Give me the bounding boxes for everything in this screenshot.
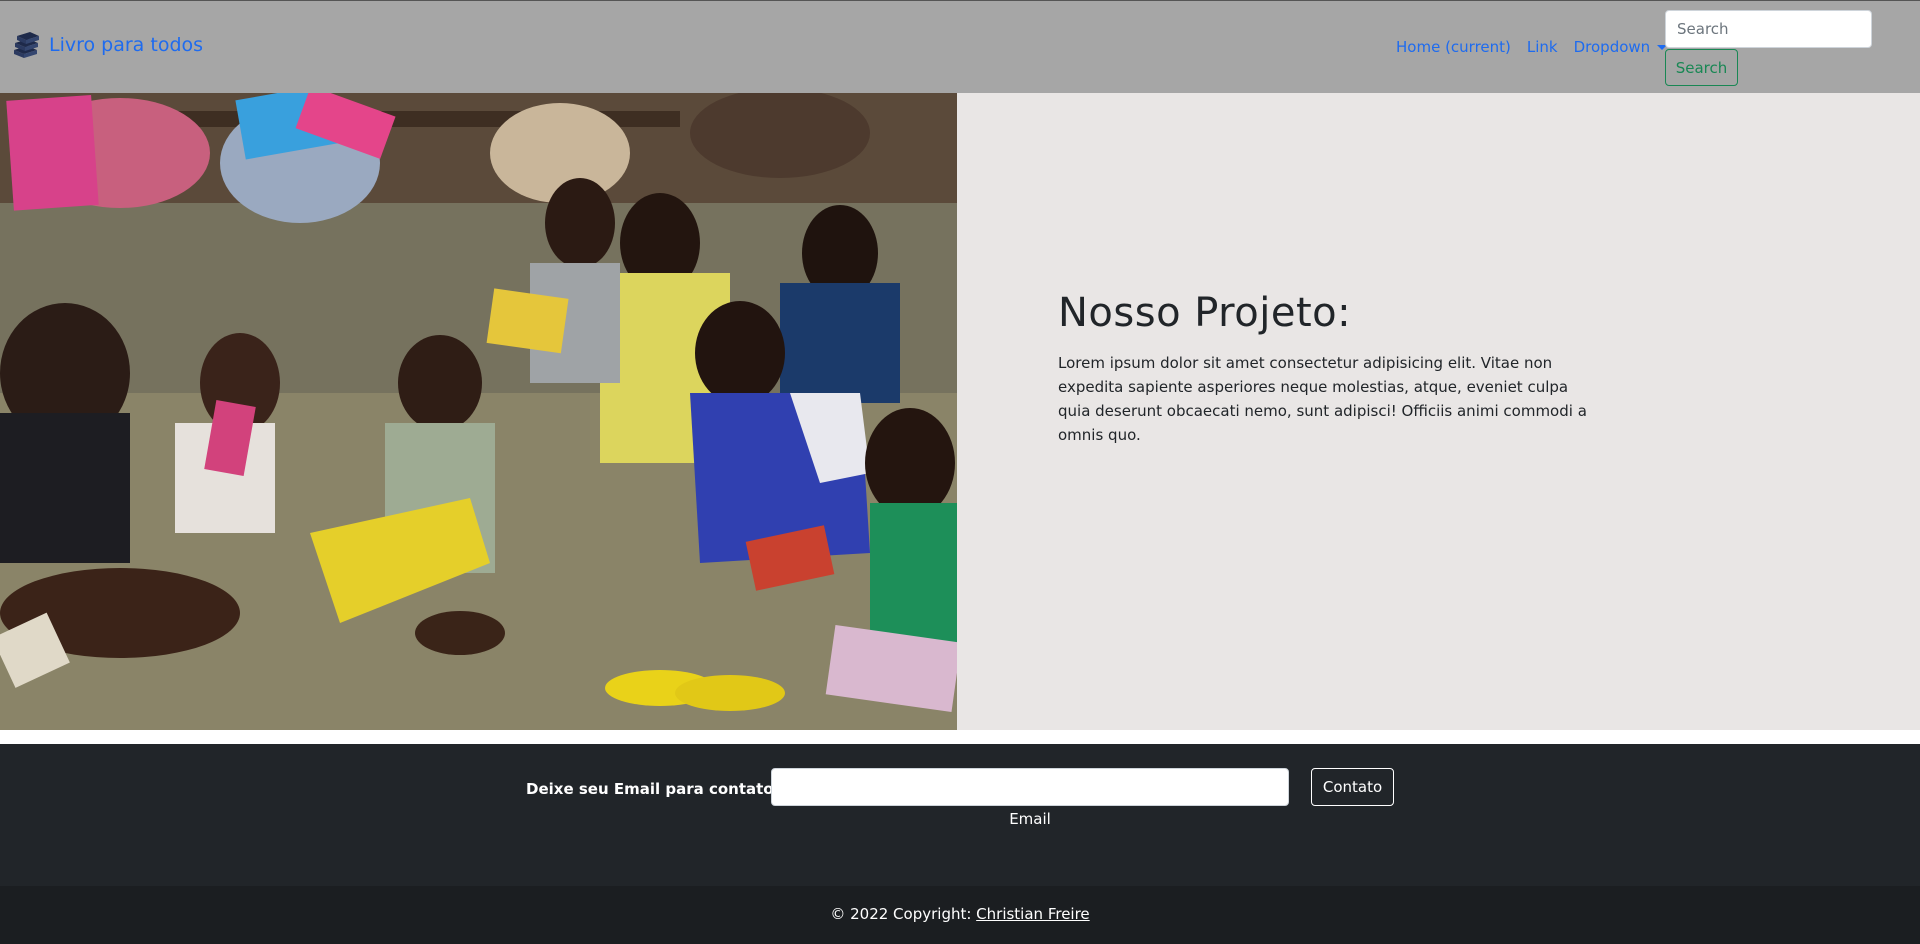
footer: © 2022 Copyright: Christian Freire xyxy=(0,886,1920,944)
nav-link-home[interactable]: Home (current) xyxy=(1396,38,1511,56)
author-link[interactable]: Christian Freire xyxy=(976,905,1089,923)
search-button[interactable]: Search xyxy=(1665,49,1738,86)
brand-name: Livro para todos xyxy=(49,34,204,56)
contact-section: Deixe seu Email para contato: Email Cont… xyxy=(0,744,1920,886)
brand-link[interactable]: Livro para todos xyxy=(9,29,203,61)
copyright-prefix: © 2022 Copyright: xyxy=(830,905,977,923)
hero-section: Nosso Projeto: Lorem ipsum dolor sit ame… xyxy=(0,93,1920,730)
contact-label: Deixe seu Email para contato: xyxy=(526,780,780,798)
books-stack-icon xyxy=(14,32,39,58)
search-input[interactable] xyxy=(1665,10,1872,48)
contact-button[interactable]: Contato xyxy=(1311,768,1394,806)
hero-text: Nosso Projeto: Lorem ipsum dolor sit ame… xyxy=(1058,289,1598,447)
nav-dropdown-label: Dropdown xyxy=(1573,38,1651,56)
hero-image xyxy=(0,93,957,730)
navbar: Livro para todos Home (current) Link Dro… xyxy=(0,0,1920,93)
nav-dropdown[interactable]: Dropdown xyxy=(1574,38,1668,56)
nav-links: Home (current) Link Dropdown xyxy=(1396,38,1668,56)
hero-description: Lorem ipsum dolor sit amet consectetur a… xyxy=(1058,354,1587,444)
hero-title: Nosso Projeto: xyxy=(1058,290,1352,336)
copyright: © 2022 Copyright: Christian Freire xyxy=(0,905,1920,923)
children-reading-photo xyxy=(0,93,957,730)
email-caption: Email xyxy=(1009,810,1051,828)
email-field[interactable] xyxy=(771,768,1289,806)
nav-link-link[interactable]: Link xyxy=(1527,38,1558,56)
